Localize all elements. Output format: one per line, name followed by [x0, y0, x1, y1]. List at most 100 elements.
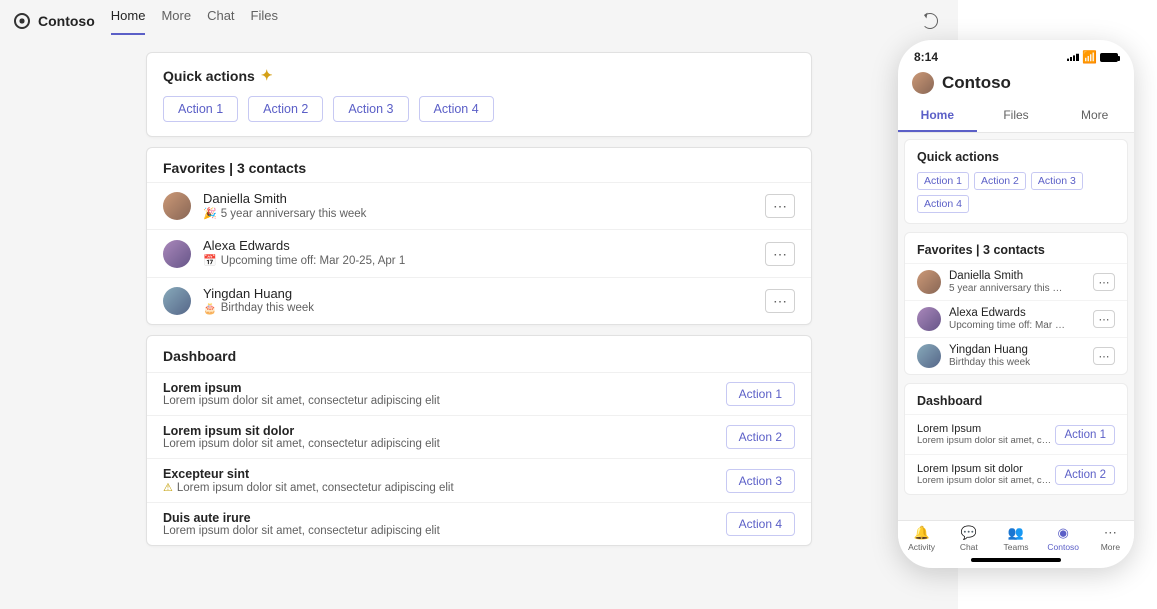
app-icon: ◉ [1055, 525, 1071, 541]
mob-tab-more[interactable]: More [1055, 100, 1134, 132]
more-icon: ⋯ [1102, 525, 1118, 541]
cake-icon: 🎂 [203, 303, 217, 316]
mob-quick-3[interactable]: Action 3 [1031, 172, 1083, 190]
mobile-title: Contoso [942, 73, 1011, 93]
tab-files[interactable]: Files [251, 8, 278, 35]
more-menu-button[interactable]: ⋯ [765, 242, 795, 266]
topbar: Contoso Home More Chat Files [0, 0, 958, 42]
nav-contoso[interactable]: ◉Contoso [1040, 525, 1087, 552]
mob-dash-row: Lorem Ipsum Lorem ipsum dolor sit amet, … [905, 414, 1127, 454]
mobile-tabs: Home Files More [898, 100, 1134, 133]
user-avatar-icon[interactable] [912, 72, 934, 94]
favorite-row-1[interactable]: Daniella Smith 🎉5 year anniversary this … [147, 182, 811, 229]
dash-item-title: Lorem Ipsum sit dolor [917, 463, 1055, 475]
main-content: Quick actions ✦ Action 1 Action 2 Action… [0, 52, 958, 566]
mobile-scroll[interactable]: Quick actions Action 1 Action 2 Action 3… [898, 133, 1134, 520]
mob-tab-files[interactable]: Files [977, 100, 1056, 132]
mob-dash-row: Lorem Ipsum sit dolor Lorem ipsum dolor … [905, 454, 1127, 494]
quick-action-1[interactable]: Action 1 [163, 96, 238, 122]
dash-item-title: Lorem Ipsum [917, 423, 1055, 435]
quick-action-2[interactable]: Action 2 [248, 96, 323, 122]
calendar-icon: 📅 [203, 255, 217, 268]
dashboard-row: Lorem ipsum Lorem ipsum dolor sit amet, … [147, 372, 811, 415]
nav-more[interactable]: ⋯More [1087, 525, 1134, 552]
app-name: Contoso [38, 13, 95, 29]
favorite-row-3[interactable]: Yingdan Huang 🎂Birthday this week ⋯ [147, 277, 811, 324]
contact-name: Yingdan Huang [203, 286, 314, 302]
more-menu-button[interactable]: ⋯ [765, 289, 795, 313]
desktop-app: Contoso Home More Chat Files Quick actio… [0, 0, 958, 609]
dash-action-4[interactable]: Action 4 [726, 512, 795, 536]
contact-name: Yingdan Huang [949, 344, 1030, 357]
refresh-icon[interactable] [922, 13, 938, 29]
mob-fav-row[interactable]: Yingdan Huang Birthday this week ⋯ [905, 337, 1127, 374]
contact-status: 🎉5 year anniversary this week [203, 208, 366, 222]
status-icons: 📶 [1067, 50, 1118, 64]
mob-quick-2[interactable]: Action 2 [974, 172, 1026, 190]
nav-teams[interactable]: 👥Teams [992, 525, 1039, 552]
tab-home[interactable]: Home [111, 8, 146, 35]
dash-item-title: Lorem ipsum [163, 381, 726, 395]
signal-icon [1067, 53, 1079, 61]
tab-more[interactable]: More [161, 8, 191, 35]
nav-chat[interactable]: 💬Chat [945, 525, 992, 552]
dash-item-sub: Lorem ipsum dolor sit amet, con... [917, 475, 1055, 486]
avatar-icon [163, 240, 191, 268]
app-logo-icon [14, 13, 30, 29]
dashboard-row: Excepteur sint ⚠Lorem ipsum dolor sit am… [147, 458, 811, 502]
quick-actions-label: Quick actions [163, 68, 255, 84]
contact-status: Upcoming time off: Mar 20-2... [949, 320, 1069, 331]
mob-fav-title: Favorites | 3 contacts [917, 243, 1115, 257]
contact-name: Alexa Edwards [203, 238, 405, 254]
dashboard-title: Dashboard [147, 336, 811, 372]
chat-icon: 💬 [961, 525, 977, 541]
more-menu-button[interactable]: ⋯ [1093, 347, 1115, 365]
quick-action-3[interactable]: Action 3 [333, 96, 408, 122]
teams-icon: 👥 [1008, 525, 1024, 541]
favorite-row-2[interactable]: Alexa Edwards 📅Upcoming time off: Mar 20… [147, 229, 811, 276]
mobile-bottom-nav: 🔔Activity 💬Chat 👥Teams ◉Contoso ⋯More [898, 520, 1134, 554]
avatar-icon [917, 344, 941, 368]
mob-fav-row[interactable]: Daniella Smith 5 year anniversary this w… [905, 263, 1127, 300]
avatar-icon [917, 307, 941, 331]
contact-name: Daniella Smith [949, 270, 1069, 283]
mob-fav-card: Favorites | 3 contacts Daniella Smith 5 … [904, 232, 1128, 375]
mobile-preview: 8:14 📶 Contoso Home Files More Quick act… [898, 40, 1134, 568]
wifi-icon: 📶 [1082, 50, 1097, 64]
more-menu-button[interactable]: ⋯ [765, 194, 795, 218]
mob-dash-action-1[interactable]: Action 1 [1055, 425, 1115, 445]
tab-chat[interactable]: Chat [207, 8, 234, 35]
mob-fav-row[interactable]: Alexa Edwards Upcoming time off: Mar 20-… [905, 300, 1127, 337]
sparkle-icon: ✦ [261, 67, 273, 84]
mob-quick-card: Quick actions Action 1 Action 2 Action 3… [904, 139, 1128, 224]
more-menu-button[interactable]: ⋯ [1093, 310, 1115, 328]
home-indicator[interactable] [971, 558, 1061, 562]
more-menu-button[interactable]: ⋯ [1093, 273, 1115, 291]
dash-action-1[interactable]: Action 1 [726, 382, 795, 406]
nav-activity[interactable]: 🔔Activity [898, 525, 945, 552]
favorites-title: Favorites | 3 contacts [147, 148, 811, 182]
topnav: Home More Chat Files [111, 8, 278, 35]
mob-quick-4[interactable]: Action 4 [917, 195, 969, 213]
mob-quick-1[interactable]: Action 1 [917, 172, 969, 190]
favorites-card: Favorites | 3 contacts Daniella Smith 🎉5… [146, 147, 812, 325]
quick-action-4[interactable]: Action 4 [419, 96, 494, 122]
contact-status: 5 year anniversary this week [949, 283, 1069, 294]
mob-dash-action-2[interactable]: Action 2 [1055, 465, 1115, 485]
mob-tab-home[interactable]: Home [898, 100, 977, 132]
dashboard-row: Duis aute irure Lorem ipsum dolor sit am… [147, 502, 811, 545]
avatar-icon [163, 192, 191, 220]
dashboard-row: Lorem ipsum sit dolor Lorem ipsum dolor … [147, 415, 811, 458]
avatar-icon [917, 270, 941, 294]
dash-item-sub: ⚠Lorem ipsum dolor sit amet, consectetur… [163, 481, 726, 494]
quick-actions-title: Quick actions ✦ [163, 67, 795, 84]
dash-item-sub: Lorem ipsum dolor sit amet, consectetur … [163, 525, 726, 537]
dash-action-3[interactable]: Action 3 [726, 469, 795, 493]
dash-item-sub: Lorem ipsum dolor sit amet, con... [917, 435, 1055, 446]
bell-icon: 🔔 [914, 525, 930, 541]
mob-quick-title: Quick actions [917, 150, 1115, 164]
dash-action-2[interactable]: Action 2 [726, 425, 795, 449]
avatar-icon [163, 287, 191, 315]
contact-name: Alexa Edwards [949, 307, 1069, 320]
contact-status: Birthday this week [949, 357, 1030, 368]
